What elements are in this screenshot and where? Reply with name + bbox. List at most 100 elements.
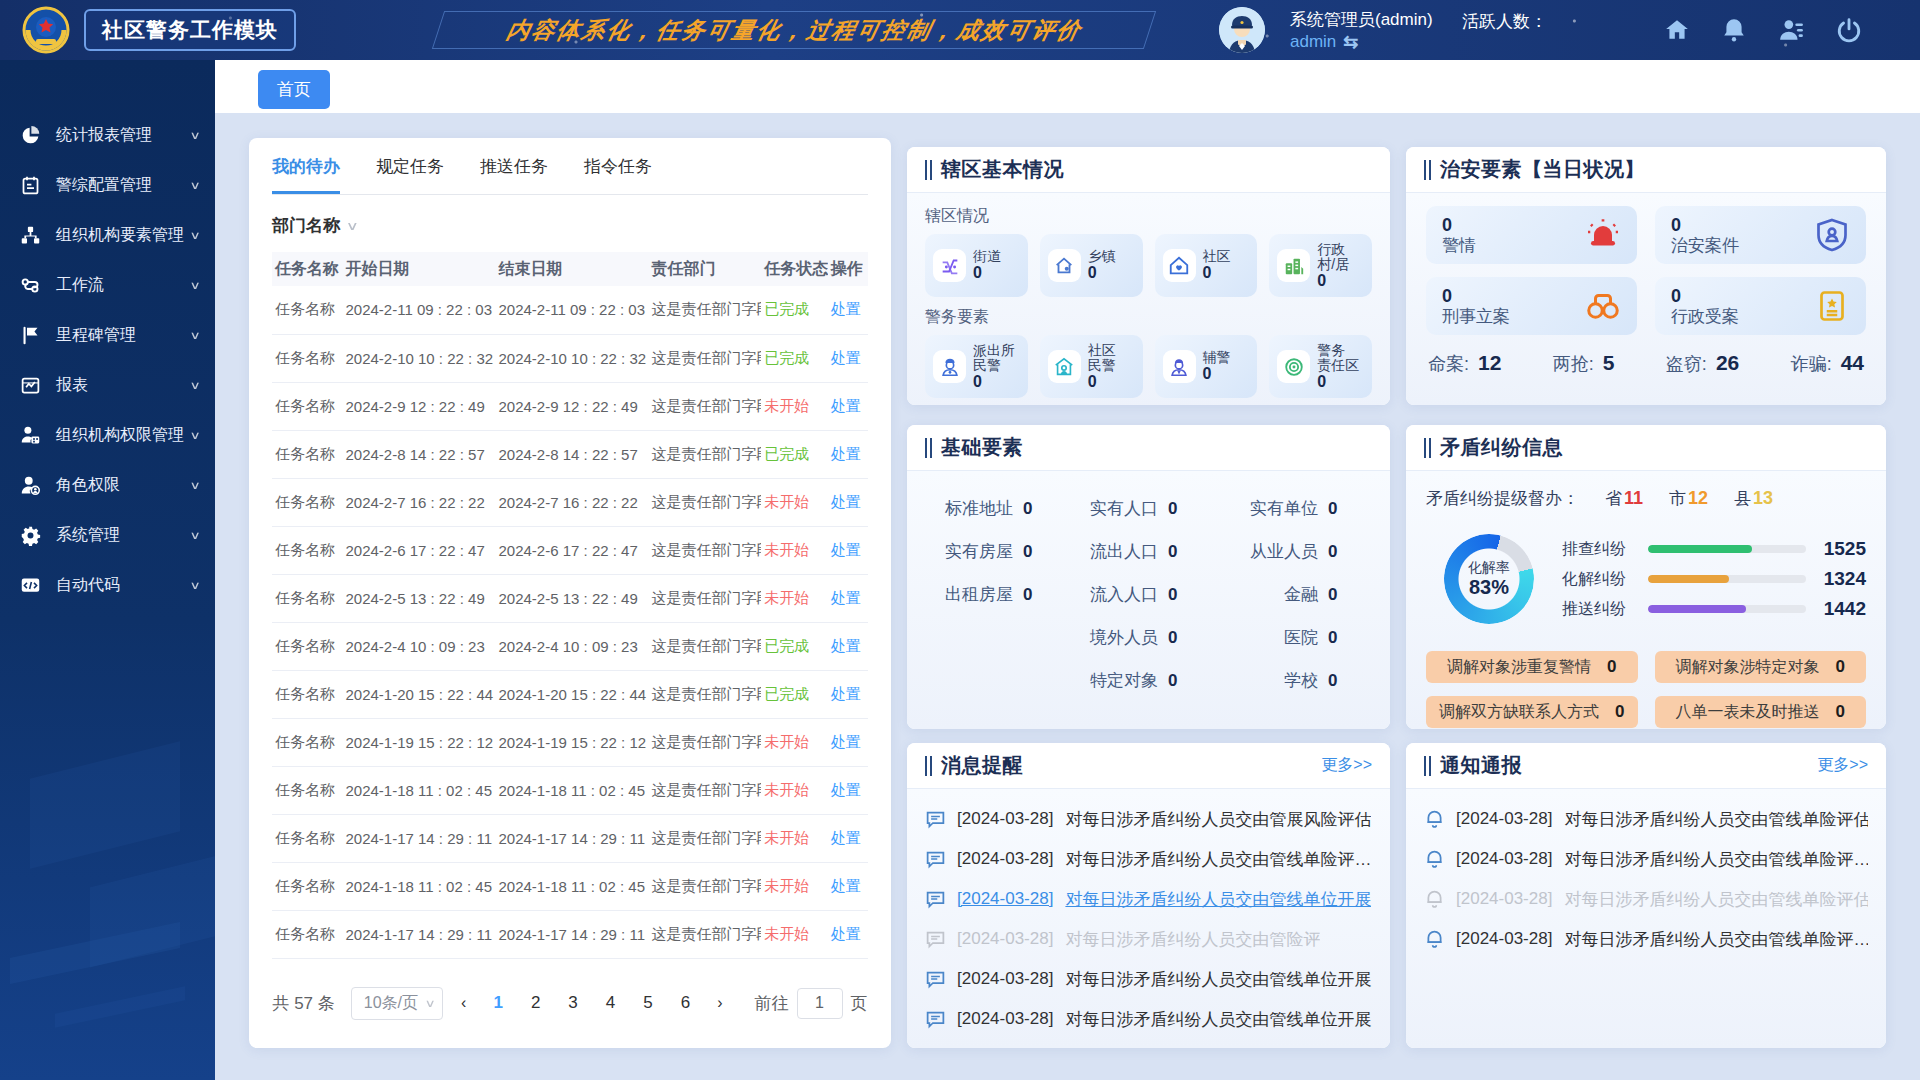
sidebar-item-org-permission[interactable]: 组织机构权限管理 ∨ bbox=[0, 410, 215, 460]
message-item[interactable]: [2024-03-28] 对每日涉矛盾纠纷人员交由管线单位开展风 bbox=[925, 959, 1372, 999]
page-3[interactable]: 3 bbox=[559, 993, 586, 1013]
page-4[interactable]: 4 bbox=[597, 993, 624, 1013]
handle-link[interactable]: 处置 bbox=[831, 829, 861, 846]
home-tab-button[interactable]: 首页 bbox=[258, 70, 330, 109]
notice-item[interactable]: [2024-03-28] 对每日涉矛盾纠纷人员交由管线单险评估 bbox=[1424, 879, 1868, 919]
tile-auxiliary-officer[interactable]: 辅警0 bbox=[1155, 335, 1258, 398]
handle-link[interactable]: 处置 bbox=[831, 541, 861, 558]
cell-task-name: 任务名称 bbox=[272, 430, 342, 478]
status-badge: 未开始 bbox=[764, 733, 809, 750]
notice-item[interactable]: [2024-03-28] 对每日涉矛盾纠纷人员交由管线单险评…… bbox=[1424, 919, 1868, 959]
handle-link[interactable]: 处置 bbox=[831, 637, 861, 654]
dispute-tag-button[interactable]: 调解对象涉重复警情0 bbox=[1426, 651, 1638, 683]
handle-link[interactable]: 处置 bbox=[831, 445, 861, 462]
sidebar-item-report[interactable]: 报表 ∨ bbox=[0, 360, 215, 410]
sidebar-item-auto-code[interactable]: 自动代码 ∨ bbox=[0, 560, 215, 610]
cell-task-name: 任务名称 bbox=[272, 910, 342, 958]
cell-end-date: 2024-1-18 11 : 02 : 45 bbox=[495, 862, 648, 910]
district-panel: 辖区基本情况 辖区情况 街道0 乡镇0 社区0 bbox=[907, 147, 1390, 405]
message-item[interactable]: [2024-03-28] 对每日涉矛盾纠纷人员交由管展风险评估 bbox=[925, 799, 1372, 839]
message-item[interactable]: [2024-03-28] 对每日涉矛盾纠纷人员交由管线单位开展风 bbox=[925, 999, 1372, 1039]
tile-village[interactable]: 行政 村/居0 bbox=[1269, 234, 1372, 297]
tab-pushed-tasks[interactable]: 推送任务 bbox=[480, 155, 548, 194]
status-badge: 已完成 bbox=[764, 300, 809, 317]
cell-dept: 这是责任部门字段 bbox=[649, 478, 762, 526]
handle-link[interactable]: 处置 bbox=[831, 685, 861, 702]
sidebar-item-workflow[interactable]: 工作流 ∨ bbox=[0, 260, 215, 310]
cell-task-name: 任务名称 bbox=[272, 382, 342, 430]
tile-administrative-cases[interactable]: 0行政受案 bbox=[1655, 277, 1866, 335]
stat-homicide: 命案:12 bbox=[1428, 351, 1501, 376]
right-column: 治安要素【当日状况】 0警情 0治安案件 0刑事立案 bbox=[1406, 147, 1886, 1048]
table-row: 任务名称 2024-2-8 14 : 22 : 57 2024-2-8 14 :… bbox=[272, 430, 868, 478]
goto-page-input[interactable] bbox=[797, 988, 843, 1019]
tile-community[interactable]: 社区0 bbox=[1155, 234, 1258, 297]
tile-station-officer[interactable]: 派出所 民警0 bbox=[925, 335, 1028, 398]
power-icon[interactable] bbox=[1836, 17, 1862, 43]
sidebar-item-role-permission[interactable]: 角色权限 ∨ bbox=[0, 460, 215, 510]
page-5[interactable]: 5 bbox=[634, 993, 661, 1013]
tab-my-todo[interactable]: 我的待办 bbox=[272, 155, 340, 194]
dispute-tag-button[interactable]: 调解双方缺联系人方式0 bbox=[1426, 696, 1638, 728]
page-1[interactable]: 1 bbox=[484, 993, 511, 1013]
tab-command-tasks[interactable]: 指令任务 bbox=[584, 155, 652, 194]
handle-link[interactable]: 处置 bbox=[831, 733, 861, 750]
tile-criminal-cases[interactable]: 0刑事立案 bbox=[1426, 277, 1637, 335]
message-item[interactable]: [2024-03-28] 对每日涉矛盾纠纷人员交由管线单位开展 bbox=[925, 879, 1372, 919]
role-permission-icon bbox=[20, 475, 41, 496]
status-badge: 未开始 bbox=[764, 493, 809, 510]
town-house-icon bbox=[1048, 249, 1081, 282]
handle-link[interactable]: 处置 bbox=[831, 925, 861, 942]
cell-end-date: 2024-2-5 13 : 22 : 49 bbox=[495, 574, 648, 622]
message-item[interactable]: [2024-03-28] 对每日涉矛盾纠纷人员交由管线单险评…… bbox=[925, 839, 1372, 879]
next-page-button[interactable]: › bbox=[709, 994, 730, 1012]
notice-item[interactable]: [2024-03-28] 对每日涉矛盾纠纷人员交由管线单险评估 bbox=[1424, 799, 1868, 839]
cell-start-date: 2024-2-11 09 : 22 : 03 bbox=[342, 286, 495, 334]
tile-duty-zone[interactable]: 警务 责任区0 bbox=[1269, 335, 1372, 398]
prev-page-button[interactable]: ‹ bbox=[453, 994, 474, 1012]
users-icon[interactable] bbox=[1778, 17, 1804, 43]
sidebar-item-milestone[interactable]: 里程碑管理 ∨ bbox=[0, 310, 215, 360]
page-6[interactable]: 6 bbox=[672, 993, 699, 1013]
sidebar-item-police-config[interactable]: 警综配置管理 ∨ bbox=[0, 160, 215, 210]
more-link[interactable]: 更多>> bbox=[1817, 755, 1868, 776]
dispute-tag-button[interactable]: 八单一表未及时推送0 bbox=[1655, 696, 1867, 728]
handle-link[interactable]: 处置 bbox=[831, 300, 861, 317]
tile-town[interactable]: 乡镇0 bbox=[1040, 234, 1143, 297]
duty-zone-icon bbox=[1277, 350, 1310, 383]
table-row: 任务名称 2024-2-6 17 : 22 : 47 2024-2-6 17 :… bbox=[272, 526, 868, 574]
sidebar-item-system[interactable]: 系统管理 ∨ bbox=[0, 510, 215, 560]
tab-required-tasks[interactable]: 规定任务 bbox=[376, 155, 444, 194]
dispute-tag-button[interactable]: 调解对象涉特定对象0 bbox=[1655, 651, 1867, 683]
notification-bell-icon[interactable] bbox=[1721, 17, 1747, 43]
sidebar-item-statistics-report[interactable]: 统计报表管理 ∨ bbox=[0, 110, 215, 160]
tile-street[interactable]: 街道0 bbox=[925, 234, 1028, 297]
handle-link[interactable]: 处置 bbox=[831, 877, 861, 894]
cell-task-name: 任务名称 bbox=[272, 718, 342, 766]
handle-link[interactable]: 处置 bbox=[831, 781, 861, 798]
sidebar-item-org-elements[interactable]: 组织机构要素管理 ∨ bbox=[0, 210, 215, 260]
home-icon[interactable] bbox=[1664, 17, 1690, 43]
user-avatar[interactable] bbox=[1219, 7, 1265, 53]
chat-bubble-icon bbox=[925, 969, 946, 990]
handle-link[interactable]: 处置 bbox=[831, 349, 861, 366]
tile-alerts[interactable]: 0警情 bbox=[1426, 206, 1637, 264]
role-name: 系统管理员(admin) bbox=[1290, 8, 1433, 31]
cell-task-name: 任务名称 bbox=[272, 670, 342, 718]
more-link[interactable]: 更多>> bbox=[1321, 755, 1372, 776]
handle-link[interactable]: 处置 bbox=[831, 493, 861, 510]
department-filter-label[interactable]: 部门名称 bbox=[272, 214, 340, 237]
tile-public-security-cases[interactable]: 0治安案件 bbox=[1655, 206, 1866, 264]
user-name[interactable]: admin⇆ bbox=[1290, 31, 1358, 53]
handle-link[interactable]: 处置 bbox=[831, 397, 861, 414]
page-2[interactable]: 2 bbox=[522, 993, 549, 1013]
handle-link[interactable]: 处置 bbox=[831, 589, 861, 606]
cell-dept: 这是责任部门字段 bbox=[649, 622, 762, 670]
bell-icon bbox=[1424, 929, 1445, 950]
notice-item[interactable]: [2024-03-28] 对每日涉矛盾纠纷人员交由管线单险评…… bbox=[1424, 839, 1868, 879]
tile-community-officer[interactable]: 社区 民警0 bbox=[1040, 335, 1143, 398]
page-size-select[interactable]: 10条/页∨ bbox=[351, 987, 443, 1020]
message-item[interactable]: [2024-03-28] 对每日涉矛盾纠纷人员交由管险评 bbox=[925, 919, 1372, 959]
goto-label: 前往 bbox=[755, 992, 789, 1015]
switch-user-icon[interactable]: ⇆ bbox=[1343, 31, 1358, 53]
